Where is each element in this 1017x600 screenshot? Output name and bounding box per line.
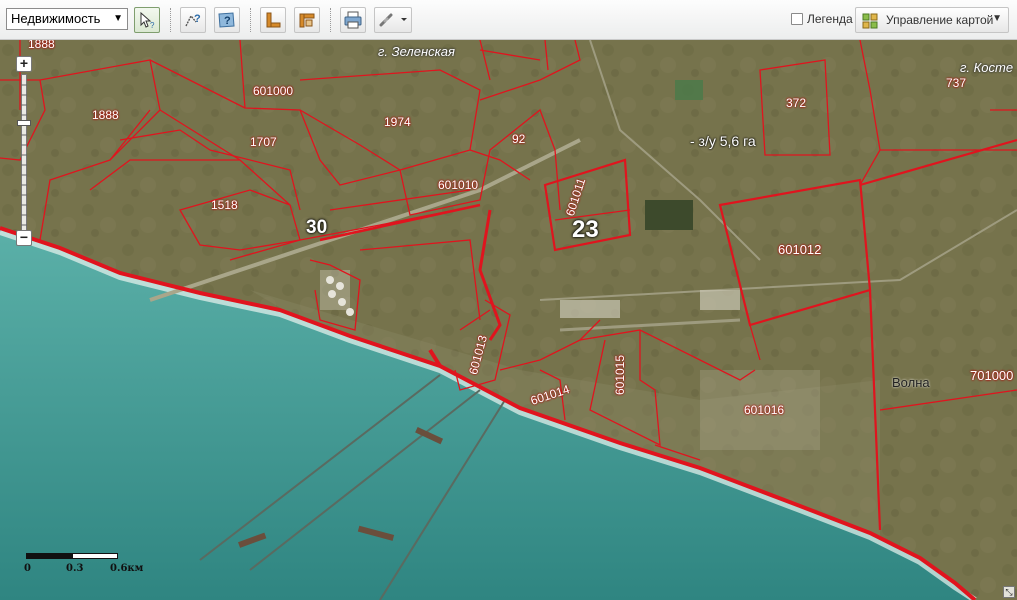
parcel-label[interactable]: 1707 [250,135,277,149]
scale-segment [72,553,118,559]
legend-checkbox[interactable] [791,13,803,25]
ruler-button[interactable] [260,7,286,33]
zoom-in-button[interactable]: + [16,56,32,72]
parcel-label[interactable]: 92 [512,132,525,146]
zoom-ticks [21,84,27,226]
satellite-map [0,40,1017,600]
ruler-icon [266,12,281,28]
area-icon [299,13,315,28]
place-label: Волна [892,375,930,390]
parcel-label[interactable]: 372 [786,96,806,110]
parcel-label[interactable]: 737 [946,76,966,90]
legend-label: Легенда [807,12,853,26]
scale-label: 0.3 [66,563,84,574]
parcel-label[interactable]: 1518 [211,198,238,212]
parcel-label[interactable]: 1888 [28,40,55,51]
svg-text:?: ? [150,21,155,30]
parcel-label[interactable]: 601012 [778,242,821,257]
select-info-button[interactable]: ? [134,7,160,33]
parcel-label[interactable]: 601015 [613,355,627,395]
map-control-button[interactable]: Управление картой ▼ [855,7,1009,33]
dropdown-arrow-icon: ▼ [113,13,123,24]
toolbar: Недвижимость ▼ ? ? ? Легенда Управление … [0,0,1017,40]
parcel-label[interactable]: 1888 [92,108,119,122]
object-info-button[interactable]: ? [214,7,240,33]
zoom-control: + − [16,56,34,246]
map-viewport[interactable]: 1888 1888 601000 1974 1707 92 372 737 60… [0,40,1017,600]
resize-icon[interactable]: ⤡ [1003,586,1015,598]
print-icon [344,11,362,29]
select-info-icon: ? [140,11,155,30]
parcel-label[interactable]: 601010 [438,178,478,192]
print-button[interactable] [340,7,366,33]
parcel-label[interactable]: 601016 [744,403,784,417]
parcel-label[interactable]: 601000 [253,84,293,98]
layer-select[interactable]: Недвижимость ▼ [6,8,128,30]
zone-number-label: 30 [306,217,328,238]
svg-text:?: ? [224,15,231,27]
map-grid-icon [862,13,878,29]
area-button[interactable] [294,7,320,33]
layer-select-value: Недвижимость [11,11,101,26]
place-label: г. Зеленская [378,44,455,59]
toolbar-separator [170,8,171,32]
zoom-slider-handle[interactable] [17,120,31,126]
scale-label: 0.6км [110,563,144,574]
area-annotation: - з/у 5,6 га [690,133,756,149]
toolbar-separator [250,8,251,32]
toolbar-separator [330,8,331,32]
scale-segment [26,553,72,559]
zoom-slider-track[interactable] [21,74,27,232]
object-info-icon: ? [218,12,235,28]
measure-info-icon: ? [185,13,201,27]
measure-info-button[interactable]: ? [180,7,206,33]
place-label: г. Косте [960,60,1014,75]
zone-number-label: 23 [572,216,599,243]
scale-label: 0 [24,563,31,574]
parcel-label[interactable]: 701000 [970,368,1013,383]
parcel-label[interactable]: 1974 [384,115,411,129]
svg-text:?: ? [194,13,201,25]
chevron-down-icon: ▼ [992,13,1002,24]
scale-bar: 0 0.3 0.6км [22,553,152,579]
zoom-out-button[interactable]: − [16,230,32,246]
link-icon [379,13,407,27]
link-button[interactable] [374,7,412,33]
map-control-label: Управление картой [886,13,994,27]
